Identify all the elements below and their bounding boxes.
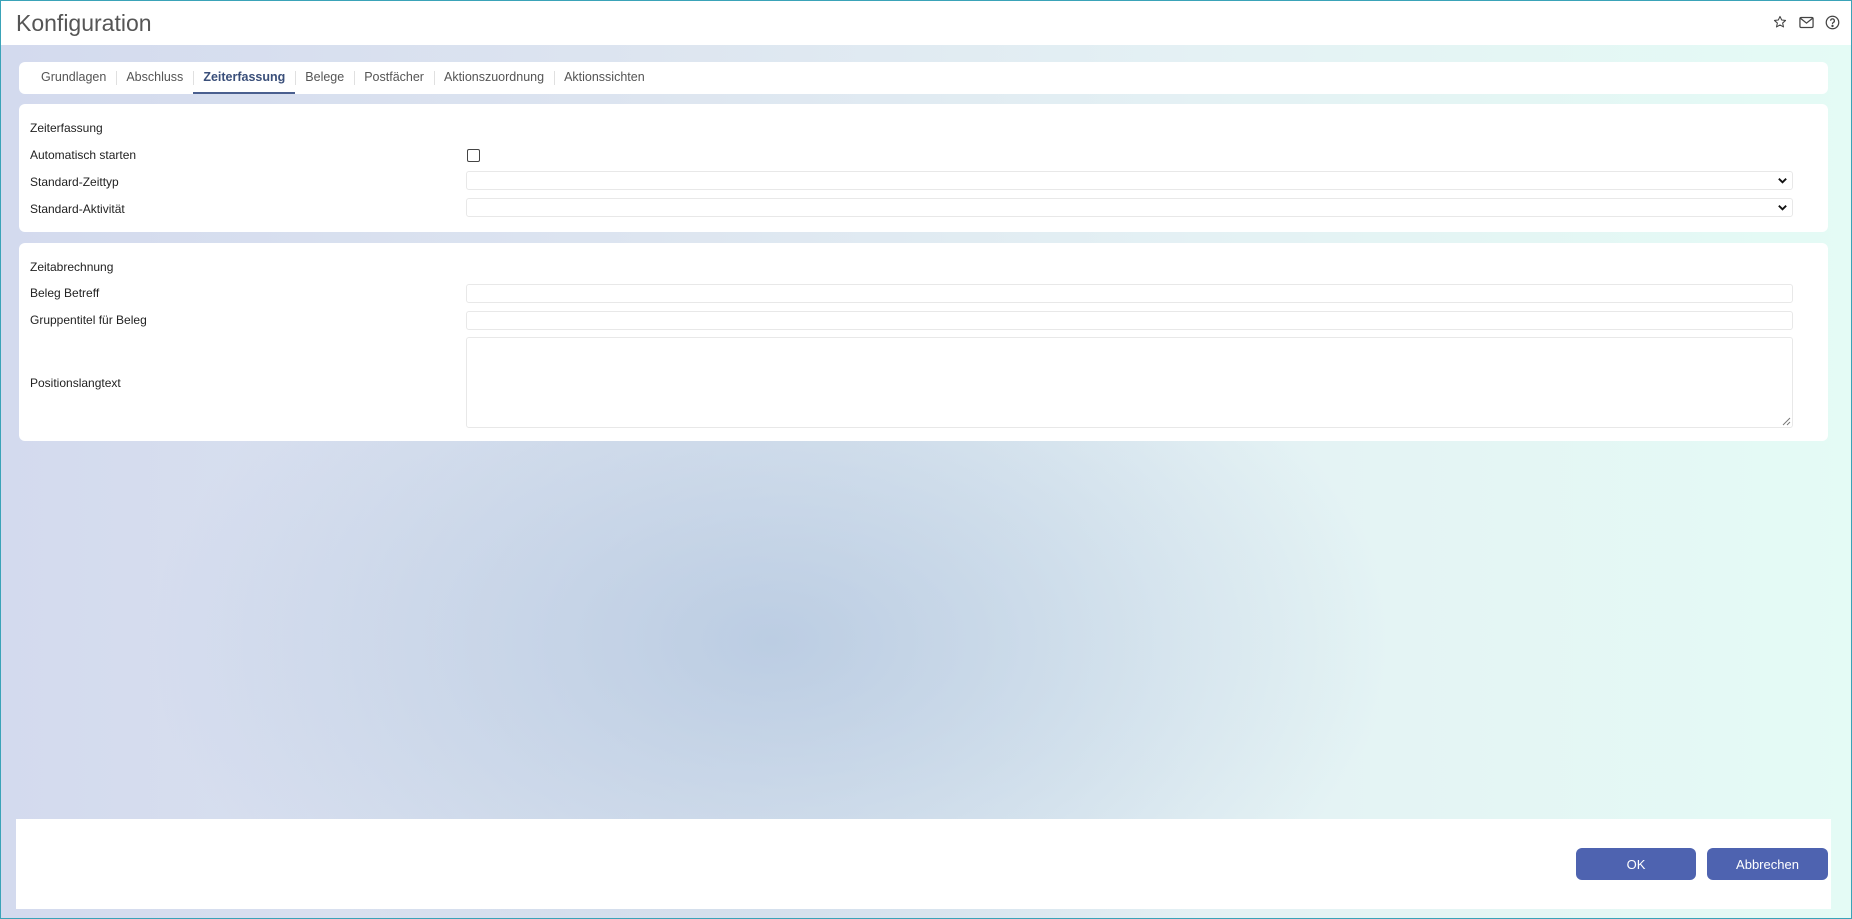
tab-postfaecher[interactable]: Postfächer [354, 62, 434, 94]
beleg-betreff-input[interactable] [466, 284, 1793, 303]
zeitabrechnung-panel: Zeitabrechnung Beleg Betreff Gruppentite… [19, 243, 1828, 441]
positionslangtext-label: Positionslangtext [30, 376, 121, 390]
positionslangtext-textarea[interactable] [466, 337, 1793, 428]
gruppentitel-input[interactable] [466, 311, 1793, 330]
config-window: Konfiguration Grundlagen Abschluss Zeite… [0, 0, 1852, 919]
zeittyp-label: Standard-Zeittyp [30, 175, 119, 189]
aktivitaet-label: Standard-Aktivität [30, 202, 125, 216]
chevron-down-icon [1778, 178, 1787, 184]
cancel-button[interactable]: Abbrechen [1707, 848, 1828, 880]
tab-abschluss[interactable]: Abschluss [116, 62, 193, 94]
gruppentitel-label: Gruppentitel für Beleg [30, 313, 147, 327]
auto-start-checkbox[interactable] [467, 149, 480, 162]
tab-belege[interactable]: Belege [295, 62, 354, 94]
tab-bar: Grundlagen Abschluss Zeiterfassung Beleg… [19, 62, 1828, 94]
section-title-zeitabrechnung: Zeitabrechnung [30, 260, 114, 274]
aktivitaet-select[interactable] [466, 198, 1793, 217]
tab-zeiterfassung[interactable]: Zeiterfassung [193, 62, 296, 94]
dialog-footer: OK Abbrechen [16, 819, 1831, 909]
tab-grundlagen[interactable]: Grundlagen [31, 62, 116, 94]
section-title-zeiterfassung: Zeiterfassung [30, 121, 103, 135]
star-icon[interactable] [1771, 13, 1789, 31]
resize-handle-icon[interactable] [1782, 417, 1791, 426]
auto-start-label: Automatisch starten [30, 148, 137, 162]
tab-aktionszuordnung[interactable]: Aktionszuordnung [433, 62, 554, 94]
beleg-betreff-label: Beleg Betreff [30, 286, 100, 300]
title-actions [1771, 13, 1841, 31]
help-icon[interactable] [1823, 13, 1841, 31]
title-bar: Konfiguration [1, 1, 1851, 45]
chevron-down-icon [1778, 205, 1787, 211]
zeittyp-select[interactable] [466, 171, 1793, 190]
mail-icon[interactable] [1797, 13, 1815, 31]
zeiterfassung-panel: Zeiterfassung Automatisch starten Standa… [19, 104, 1828, 232]
window-title: Konfiguration [16, 10, 152, 36]
ok-button[interactable]: OK [1576, 848, 1696, 880]
tab-aktionssichten[interactable]: Aktionssichten [554, 62, 655, 94]
